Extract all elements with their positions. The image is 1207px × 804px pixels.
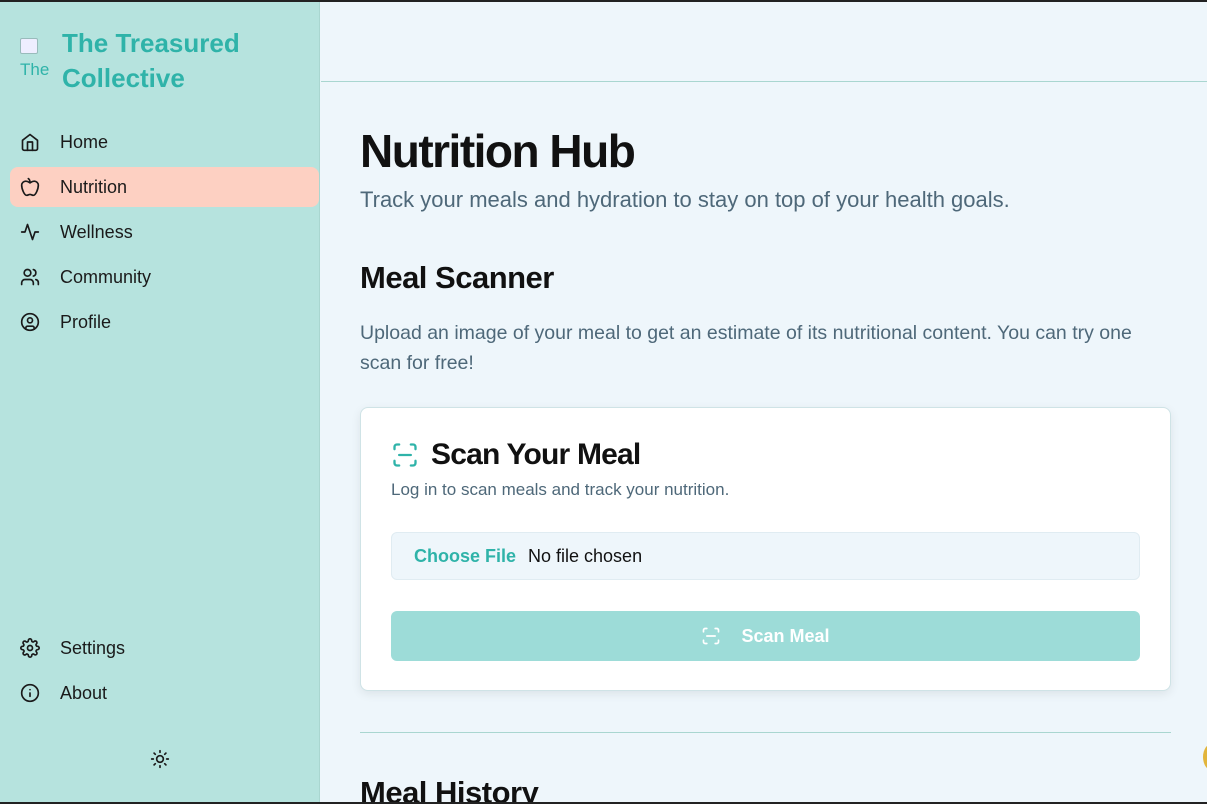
meal-scanner-heading: Meal Scanner xyxy=(360,260,554,295)
sidebar-item-label: Settings xyxy=(60,637,126,658)
users-icon xyxy=(20,268,40,286)
scan-meal-label: Scan Meal xyxy=(741,625,830,646)
info-icon xyxy=(20,683,40,703)
brand-logo-alt: The xyxy=(20,60,50,78)
theme-toggle-button[interactable] xyxy=(148,747,172,771)
sidebar-item-home[interactable]: Home xyxy=(10,122,319,162)
secondary-nav: Settings About xyxy=(10,628,319,718)
sidebar-item-wellness[interactable]: Wellness xyxy=(10,212,319,252)
card-header: Scan Your Meal xyxy=(391,438,641,472)
card-description: Log in to scan meals and track your nutr… xyxy=(391,480,730,499)
window-frame-top xyxy=(0,0,1207,2)
sidebar-item-label: Profile xyxy=(60,311,112,332)
sidebar-item-settings[interactable]: Settings xyxy=(10,628,319,668)
meal-history-heading: Meal History xyxy=(360,775,539,804)
apple-icon xyxy=(20,177,40,197)
gear-icon xyxy=(20,638,40,658)
file-status-text: No file chosen xyxy=(528,545,643,566)
main-nav: Home Nutrition Wellness Community Profil… xyxy=(10,122,319,347)
scan-meal-button[interactable]: Scan Meal xyxy=(391,611,1140,661)
sidebar-item-label: About xyxy=(60,682,108,703)
sidebar-item-community[interactable]: Community xyxy=(10,257,319,297)
meal-image-file-input[interactable]: Choose File No file chosen xyxy=(391,532,1140,580)
brand[interactable]: The The Treasured Collective xyxy=(20,26,262,96)
choose-file-button[interactable]: Choose File xyxy=(414,546,516,567)
home-icon xyxy=(21,133,39,152)
section-divider xyxy=(360,732,1171,733)
card-title: Scan Your Meal xyxy=(431,438,641,471)
brand-logo: The xyxy=(20,38,54,78)
activity-icon xyxy=(20,223,40,241)
sidebar-item-label: Community xyxy=(60,266,152,287)
sidebar-item-label: Home xyxy=(60,131,109,152)
sun-icon xyxy=(150,749,170,769)
brand-name: The Treasured Collective xyxy=(62,28,240,93)
sidebar-item-profile[interactable]: Profile xyxy=(10,302,319,342)
page-subtitle: Track your meals and hydration to stay o… xyxy=(360,187,1010,212)
user-circle-icon xyxy=(20,312,40,332)
sidebar-item-label: Nutrition xyxy=(60,176,128,197)
page-title: Nutrition Hub xyxy=(360,125,636,177)
top-bar xyxy=(321,0,1207,82)
sidebar-item-label: Wellness xyxy=(60,221,133,242)
meal-scanner-description: Upload an image of your meal to get an e… xyxy=(360,322,1132,374)
broken-image-icon xyxy=(20,38,38,54)
sidebar-item-about[interactable]: About xyxy=(10,673,319,713)
floating-widget[interactable] xyxy=(1203,743,1207,771)
sidebar: The The Treasured Collective Home Nutrit… xyxy=(0,0,320,804)
scan-meal-card: Scan Your Meal Log in to scan meals and … xyxy=(360,407,1171,691)
scan-icon xyxy=(703,627,720,645)
scan-icon xyxy=(393,443,417,467)
sidebar-item-nutrition[interactable]: Nutrition xyxy=(10,167,319,207)
